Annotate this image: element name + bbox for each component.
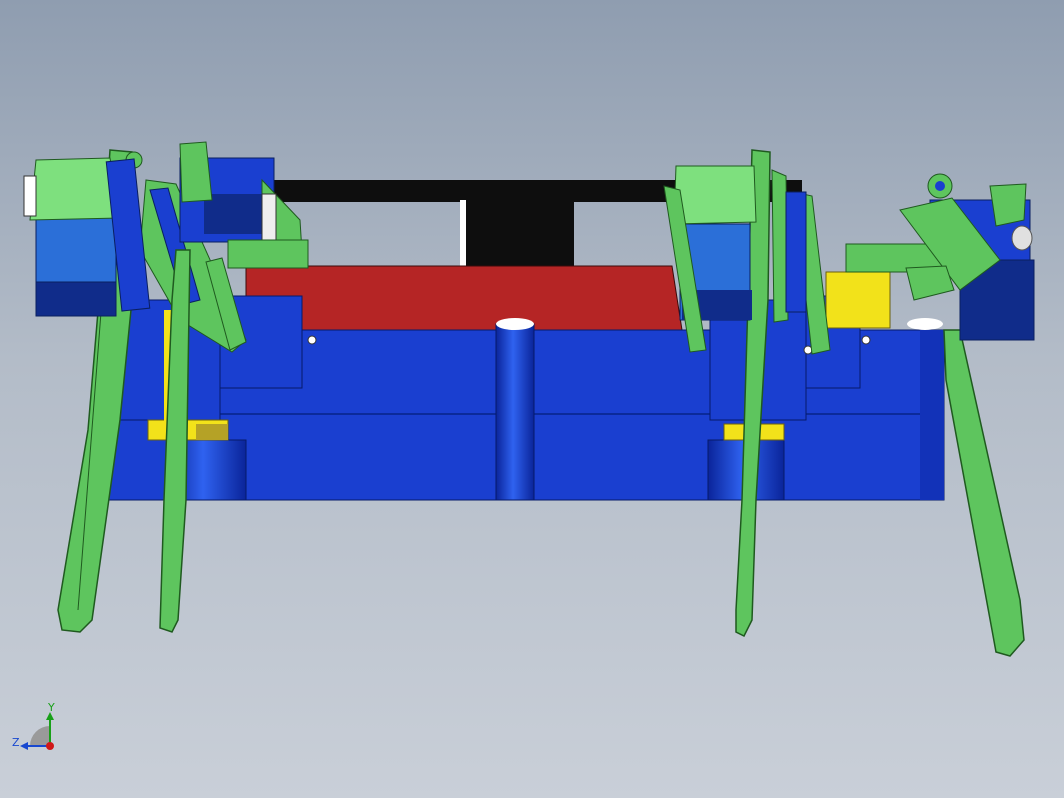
top-red-plate[interactable] (245, 265, 683, 331)
center-cylinder[interactable] (495, 318, 535, 501)
axis-triad (20, 712, 54, 750)
right-cap[interactable] (907, 318, 943, 330)
cad-graphics-viewport[interactable]: Y Z (0, 0, 1064, 798)
y-axis-label: Y (48, 701, 55, 714)
x-axis-dot (46, 742, 54, 750)
robot-model-view[interactable] (0, 0, 1064, 798)
z-axis-label: Z (12, 736, 20, 749)
